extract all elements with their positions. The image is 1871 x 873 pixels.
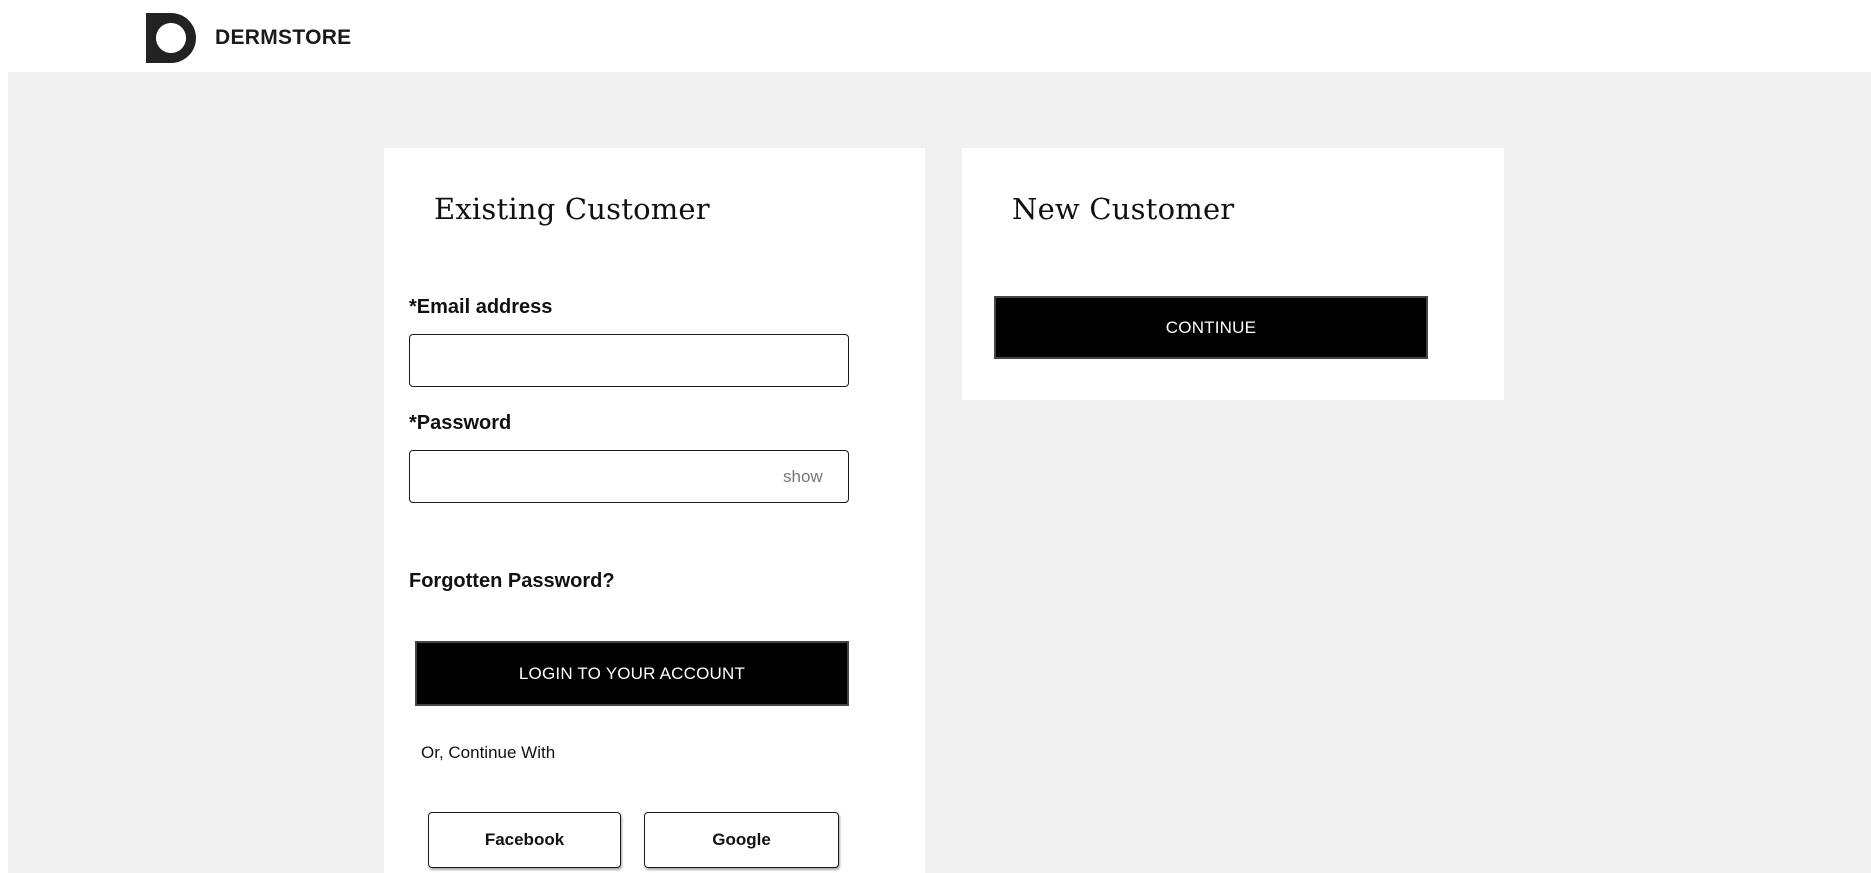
google-login-button[interactable]: Google — [644, 812, 839, 868]
dermstore-logo[interactable]: DERMSTORE — [146, 13, 352, 63]
or-continue-with-text: Or, Continue With — [421, 743, 556, 762]
new-customer-title: New Customer — [1012, 192, 1235, 226]
page-background — [8, 72, 1871, 873]
forgot-password-link[interactable]: Forgotten Password? — [409, 570, 615, 593]
password-label: *Password — [409, 412, 512, 434]
dermstore-logo-icon — [146, 13, 196, 63]
new-customer-card: New Customer CONTINUE — [962, 148, 1504, 400]
brand-name: DERMSTORE — [215, 26, 352, 49]
login-button[interactable]: LOGIN TO YOUR ACCOUNT — [415, 641, 849, 706]
email-label: *Email address — [409, 296, 553, 318]
existing-customer-card: Existing Customer *Email address *Passwo… — [384, 148, 925, 873]
continue-button[interactable]: CONTINUE — [994, 296, 1428, 359]
show-password-toggle[interactable]: show — [783, 467, 823, 487]
email-input[interactable] — [409, 334, 849, 387]
facebook-login-button[interactable]: Facebook — [428, 812, 621, 868]
site-header: DERMSTORE — [0, 0, 1871, 72]
existing-customer-title: Existing Customer — [434, 192, 710, 226]
